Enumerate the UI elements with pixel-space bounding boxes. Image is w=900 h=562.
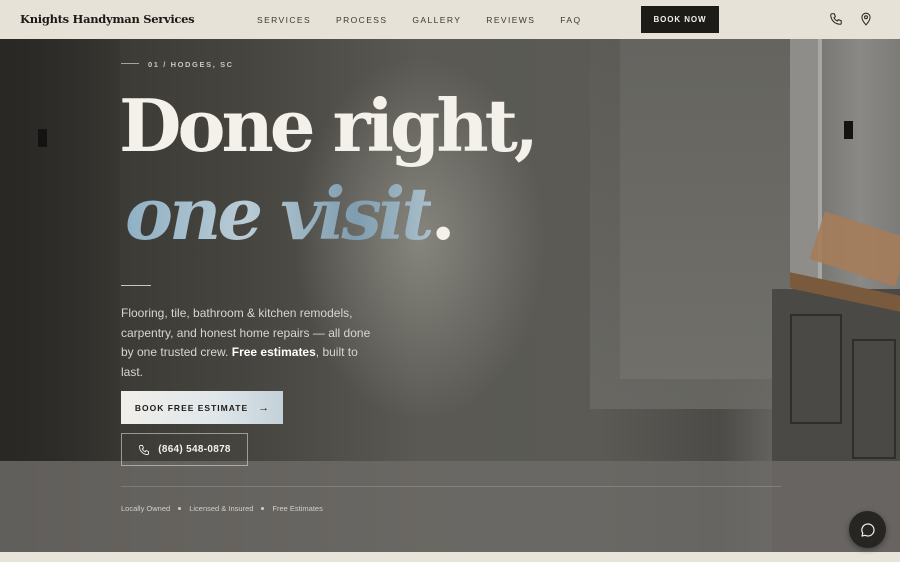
book-free-estimate-label: BOOK FREE ESTIMATE bbox=[134, 402, 249, 413]
nav-link-services[interactable]: SERVICES bbox=[257, 15, 311, 25]
hero-description: Flooring, tile, bathroom & kitchen remod… bbox=[121, 304, 383, 382]
arrow-right-icon: → bbox=[258, 401, 270, 414]
trust-item-licensed: Licensed & Insured bbox=[189, 504, 254, 513]
phone-icon[interactable] bbox=[829, 12, 843, 26]
hero-divider bbox=[121, 486, 781, 487]
hero-description-bold: Free estimates bbox=[231, 345, 316, 359]
nav-link-faq[interactable]: FAQ bbox=[560, 15, 581, 25]
hero-background-cardboard bbox=[809, 211, 900, 287]
bullet-separator bbox=[178, 507, 182, 510]
hero-background-cabinet-door bbox=[852, 339, 896, 459]
hero-background-switch bbox=[38, 129, 47, 147]
location-pin-icon[interactable] bbox=[859, 12, 873, 26]
phone-number: (864) 548-0878 bbox=[158, 444, 231, 455]
top-navigation: Knights Handyman Services SERVICES PROCE… bbox=[0, 0, 900, 39]
book-now-button[interactable]: BOOK NOW bbox=[641, 6, 719, 33]
page-bottom-strip bbox=[0, 552, 900, 562]
chat-widget-button[interactable] bbox=[849, 511, 886, 548]
trust-item-free-estimates: Free Estimates bbox=[272, 504, 323, 513]
hero-section: 01 / HODGES, SC Done right, one visit. F… bbox=[0, 39, 900, 552]
hero-eyebrow: 01 / HODGES, SC bbox=[148, 60, 234, 69]
hero-background-shadow bbox=[0, 39, 120, 461]
eyebrow-line bbox=[121, 63, 139, 64]
phone-icon bbox=[139, 444, 150, 455]
hero-headline-line2: one visit. bbox=[125, 178, 456, 250]
call-phone-button[interactable]: (864) 548-0878 bbox=[121, 433, 248, 466]
nav-link-reviews[interactable]: REVIEWS bbox=[486, 15, 535, 25]
trust-item-locally-owned: Locally Owned bbox=[121, 504, 171, 513]
nav-links: SERVICES PROCESS GALLERY REVIEWS FAQ bbox=[257, 15, 607, 25]
hero-background-cabinet-door bbox=[790, 314, 842, 424]
hero-background-door-frame bbox=[790, 39, 820, 309]
hero-headline-period: . bbox=[430, 171, 456, 256]
bullet-separator bbox=[261, 507, 265, 510]
hero-rule bbox=[121, 285, 151, 286]
nav-link-process[interactable]: PROCESS bbox=[336, 15, 387, 25]
hero-headline-accent: one visit bbox=[125, 171, 435, 256]
nav-link-gallery[interactable]: GALLERY bbox=[412, 15, 461, 25]
brand-logo[interactable]: Knights Handyman Services bbox=[20, 12, 195, 26]
hero-headline-line1: Done right, bbox=[119, 83, 539, 168]
book-free-estimate-button[interactable]: BOOK FREE ESTIMATE → bbox=[121, 391, 283, 424]
chat-bubble-icon bbox=[860, 522, 875, 537]
hero-background-switch bbox=[844, 121, 853, 139]
trust-badges: Locally Owned Licensed & Insured Free Es… bbox=[121, 504, 323, 513]
